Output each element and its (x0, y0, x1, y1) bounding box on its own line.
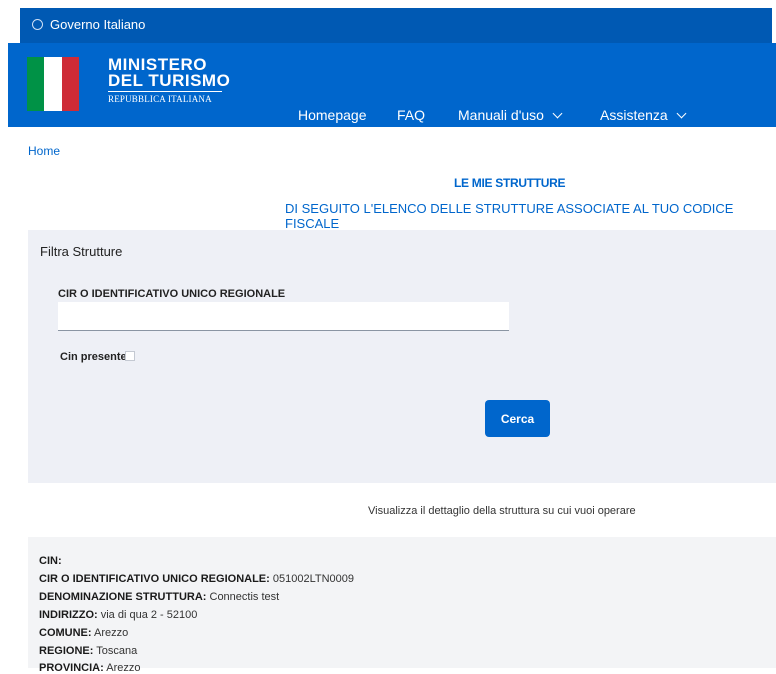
nav-manuali-label: Manuali d'uso (458, 107, 544, 123)
filter-title: Filtra Strutture (40, 244, 123, 259)
italian-flag-logo[interactable] (27, 57, 79, 111)
government-bar: Governo Italiano (20, 8, 772, 43)
detail-label: CIN: (39, 555, 62, 567)
nav-assistenza[interactable]: Assistenza (600, 107, 687, 123)
detail-value: Arezzo (106, 662, 141, 674)
page-title: LE MIE STRUTTURE (454, 176, 566, 190)
detail-value: 051002LTN0009 (272, 573, 355, 585)
globe-icon (32, 19, 43, 30)
detail-label: INDIRIZZO: (39, 609, 98, 621)
detail-row-provincia: PROVINCIA: Arezzo (39, 662, 140, 674)
search-button[interactable]: Cerca (485, 400, 550, 437)
nav-manuali[interactable]: Manuali d'uso (458, 107, 563, 123)
nav-homepage[interactable]: Homepage (298, 107, 367, 123)
chevron-down-icon (676, 108, 687, 119)
detail-value: Arezzo (94, 627, 129, 639)
nav-faq[interactable]: FAQ (397, 107, 425, 123)
logo-line-3: REPUBBLICA ITALIANA (108, 94, 212, 104)
government-link[interactable]: Governo Italiano (50, 17, 145, 32)
detail-row-cir: CIR O IDENTIFICATIVO UNICO REGIONALE: 05… (39, 573, 354, 585)
detail-label: COMUNE: (39, 627, 92, 639)
site-header: MINISTERO DEL TURISMO REPUBBLICA ITALIAN… (8, 43, 776, 127)
cin-label: Cin presente (60, 351, 127, 363)
detail-row-denominazione: DENOMINAZIONE STRUTTURA: Connectis test (39, 591, 279, 603)
chevron-down-icon (552, 108, 563, 119)
detail-label: DENOMINAZIONE STRUTTURA: (39, 591, 207, 603)
detail-row-comune: COMUNE: Arezzo (39, 627, 128, 639)
logo-divider (108, 91, 222, 92)
filter-panel: Filtra Strutture CIR O IDENTIFICATIVO UN… (28, 230, 776, 483)
detail-row-regione: REGIONE: Toscana (39, 645, 137, 657)
detail-row-indirizzo: INDIRIZZO: via di qua 2 - 52100 (39, 609, 197, 621)
detail-value: Connectis test (209, 591, 280, 603)
page-subtitle: DI SEGUITO L'ELENCO DELLE STRUTTURE ASSO… (285, 201, 734, 231)
cir-input[interactable] (58, 302, 509, 331)
cir-label: CIR O IDENTIFICATIVO UNICO REGIONALE (58, 288, 286, 300)
cin-checkbox[interactable] (125, 351, 135, 361)
nav-homepage-label: Homepage (298, 107, 367, 123)
nav-faq-label: FAQ (397, 107, 426, 123)
detail-label: CIR O IDENTIFICATIVO UNICO REGIONALE: (39, 573, 270, 585)
nav-assistenza-label: Assistenza (600, 107, 668, 123)
breadcrumb-home[interactable]: Home (28, 144, 60, 158)
detail-row-cin: CIN: (39, 555, 62, 567)
detail-label: REGIONE: (39, 645, 94, 657)
detail-value: Toscana (96, 645, 138, 657)
detail-label: PROVINCIA: (39, 662, 104, 674)
detail-value: via di qua 2 - 52100 (100, 609, 198, 621)
logo-line-2: DEL TURISMO (108, 71, 231, 90)
helper-text: Visualizza il dettaglio della struttura … (368, 505, 636, 517)
structure-detail-card[interactable]: CIN: CIR O IDENTIFICATIVO UNICO REGIONAL… (28, 537, 776, 674)
